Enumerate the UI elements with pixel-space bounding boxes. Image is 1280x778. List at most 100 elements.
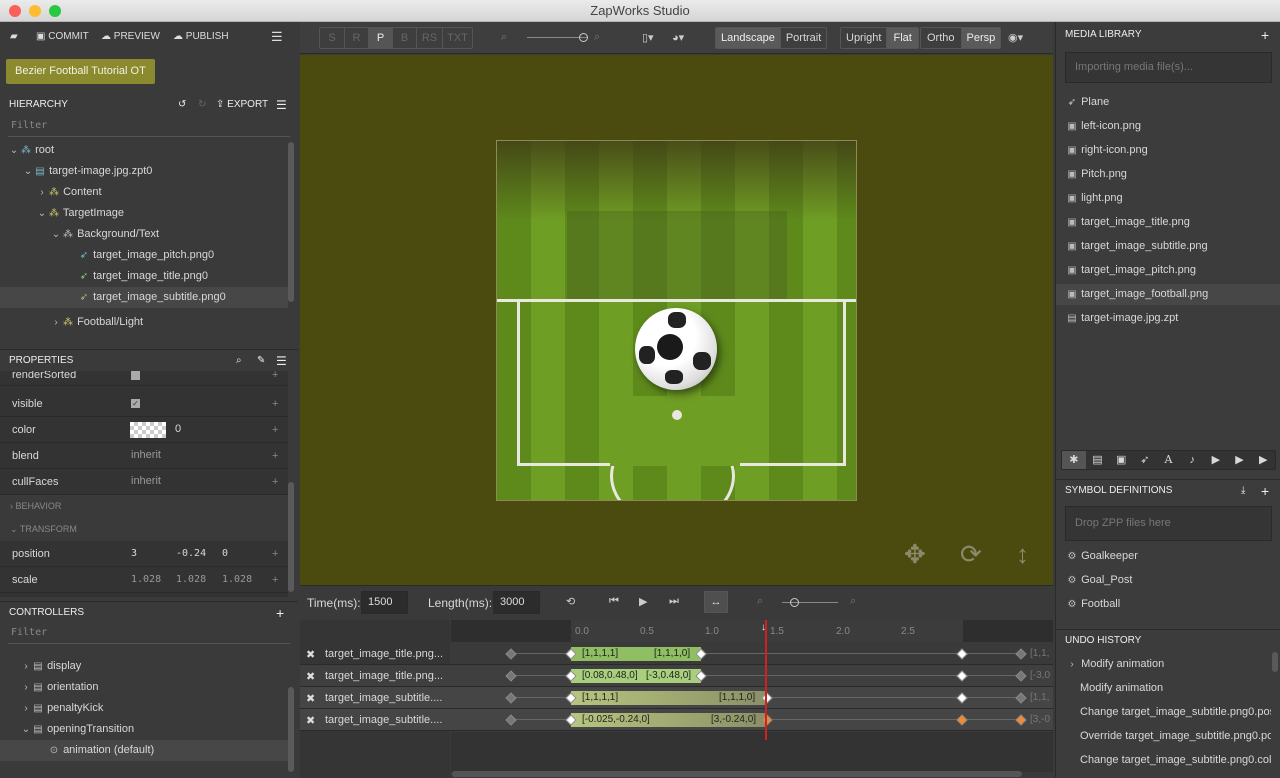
- media-item[interactable]: ▣ target_image_pitch.png: [1056, 260, 1280, 281]
- track-name[interactable]: target_image_subtitle....: [325, 714, 442, 726]
- keyframe-diamond[interactable]: [1015, 692, 1027, 704]
- rotate-gizmo-icon[interactable]: ⟳: [960, 539, 982, 570]
- skip-back-icon[interactable]: ⏮: [609, 595, 619, 608]
- project-name-button[interactable]: Bezier Football Tutorial OT: [6, 59, 155, 84]
- track-name[interactable]: target_image_title.png...: [325, 670, 443, 682]
- position-z-field[interactable]: 0: [222, 541, 228, 567]
- media-item[interactable]: ▤ target-image.jpg.zpt: [1056, 308, 1280, 329]
- playhead-handle-icon[interactable]: ↓: [761, 622, 771, 636]
- controller-penaltykick[interactable]: › ▤ penaltyKick: [0, 698, 288, 719]
- tree-item-zpt[interactable]: ⌄ ▤ target-image.jpg.zpt0: [0, 161, 288, 182]
- viewport-zoom-slider[interactable]: [527, 37, 587, 38]
- cullfaces-value[interactable]: inherit: [131, 469, 161, 493]
- zoom-out-icon[interactable]: ⌕: [501, 31, 507, 44]
- upright-button[interactable]: Upright: [841, 28, 886, 48]
- tree-item-title[interactable]: ➶ target_image_title.png0: [0, 266, 288, 287]
- mode-b-button[interactable]: B: [392, 28, 416, 48]
- controller-openingtransition[interactable]: ⌄ ▤ openingTransition: [0, 719, 288, 740]
- blend-value[interactable]: inherit: [131, 443, 161, 467]
- keyframe-diamond[interactable]: [956, 692, 968, 704]
- device-icon[interactable]: ▯▾: [642, 31, 654, 44]
- add-symbol-icon[interactable]: +: [1261, 480, 1269, 502]
- symbol-item[interactable]: ⚙ Goalkeeper: [1056, 546, 1280, 567]
- time-input[interactable]: 1500: [361, 591, 408, 614]
- tree-item-root[interactable]: ⌄ ⁂ root: [0, 140, 288, 161]
- undo-item[interactable]: Change target_image_subtitle.png0.col: [1056, 750, 1271, 771]
- position-x-field[interactable]: 3: [131, 541, 137, 567]
- color-swatch[interactable]: [130, 422, 166, 438]
- image-icon[interactable]: ▣: [1109, 451, 1133, 469]
- play-icon[interactable]: ▶: [639, 595, 647, 608]
- keyframe-diamond[interactable]: [1015, 648, 1027, 660]
- mode-r-button[interactable]: R: [344, 28, 368, 48]
- tree-item-targetimage[interactable]: ⌄ ⁂ TargetImage: [0, 203, 288, 224]
- timeline-zoom-out-icon[interactable]: ⌕: [757, 595, 763, 608]
- controller-orientation[interactable]: › ▤ orientation: [0, 677, 288, 698]
- remove-track-icon[interactable]: ✖: [306, 714, 315, 727]
- keyframe-diamond[interactable]: [505, 648, 517, 660]
- media-item[interactable]: ▣ target_image_subtitle.png: [1056, 236, 1280, 257]
- transform-section[interactable]: ⌄ TRANSFORM: [0, 518, 288, 541]
- track-name[interactable]: target_image_subtitle....: [325, 692, 442, 704]
- rendersorted-checkbox[interactable]: [131, 371, 140, 380]
- keyframe-diamond[interactable]: [1015, 670, 1027, 682]
- keyframe-diamond[interactable]: [505, 670, 517, 682]
- position-y-field[interactable]: -0.24: [176, 541, 206, 567]
- media-item[interactable]: ▣ left-icon.png: [1056, 116, 1280, 137]
- add-icon[interactable]: +: [272, 443, 278, 469]
- keyframe-diamond[interactable]: [1015, 714, 1027, 726]
- behavior-section[interactable]: › BEHAVIOR: [0, 495, 288, 518]
- timeline-zoom-handle[interactable]: [790, 598, 799, 607]
- properties-scrollbar[interactable]: [288, 482, 294, 592]
- length-input[interactable]: 3000: [493, 591, 540, 614]
- controllers-filter-input[interactable]: Filter: [8, 624, 290, 644]
- zoom-in-icon[interactable]: ⌕: [594, 31, 600, 44]
- ortho-button[interactable]: Ortho: [921, 28, 961, 48]
- landscape-button[interactable]: Landscape: [716, 28, 780, 48]
- zoom-window-button[interactable]: [49, 5, 61, 17]
- zoom-slider-handle[interactable]: [579, 33, 588, 42]
- controller-animation-default[interactable]: ⊙ animation (default): [0, 740, 288, 761]
- scale-z-field[interactable]: 1.028: [222, 567, 252, 593]
- file-icon[interactable]: ▤: [1086, 451, 1110, 469]
- folder-icon[interactable]: ▰: [10, 22, 18, 52]
- undo-item[interactable]: Modify animation: [1056, 678, 1271, 699]
- hierarchy-menu-icon[interactable]: ☰: [276, 94, 287, 116]
- visible-checkbox[interactable]: ✓: [131, 399, 140, 408]
- tree-item-football[interactable]: › ⁂ Football/Light: [0, 312, 288, 333]
- controllers-scrollbar[interactable]: [288, 687, 294, 772]
- remove-track-icon[interactable]: ✖: [306, 648, 315, 661]
- all-media-icon[interactable]: ✱: [1062, 451, 1086, 469]
- timeline-scrollbar[interactable]: [452, 771, 1022, 777]
- video-icon[interactable]: ▶: [1204, 451, 1228, 469]
- minimize-window-button[interactable]: [29, 5, 41, 17]
- remove-track-icon[interactable]: ✖: [306, 692, 315, 705]
- globe-icon[interactable]: ◕▾: [672, 31, 684, 44]
- plane-icon[interactable]: ➶: [1133, 451, 1157, 469]
- target-image[interactable]: [496, 140, 857, 501]
- symbol-item[interactable]: ⚙ Football: [1056, 594, 1280, 615]
- color-alpha-value[interactable]: 0: [175, 417, 181, 441]
- undo-icon[interactable]: ↺: [178, 94, 186, 116]
- add-icon[interactable]: +: [272, 391, 278, 417]
- add-icon[interactable]: +: [272, 417, 278, 443]
- publish-button[interactable]: ☁ PUBLISH: [173, 22, 229, 52]
- add-icon[interactable]: +: [272, 567, 278, 593]
- commit-button[interactable]: ▣ COMMIT: [36, 22, 89, 52]
- flat-button[interactable]: Flat: [886, 28, 918, 48]
- timeline-zoom-in-icon[interactable]: ⌕: [850, 595, 856, 608]
- redo-icon[interactable]: ↻: [198, 94, 206, 116]
- search-icon[interactable]: ⌕: [236, 350, 242, 372]
- symbol-item[interactable]: ⚙ Goal_Post: [1056, 570, 1280, 591]
- menu-icon[interactable]: ☰: [271, 22, 283, 52]
- undo-scrollbar[interactable]: [1272, 652, 1278, 672]
- download-icon[interactable]: ⤓: [1241, 480, 1245, 502]
- close-window-button[interactable]: [9, 5, 21, 17]
- portrait-button[interactable]: Portrait: [779, 28, 826, 48]
- keyframe-diamond[interactable]: [505, 714, 517, 726]
- keyframe-diamond[interactable]: [956, 670, 968, 682]
- properties-menu-icon[interactable]: ☰: [276, 350, 287, 372]
- tree-item-background[interactable]: ⌄ ⁂ Background/Text: [0, 224, 288, 245]
- mode-p-button[interactable]: P: [368, 28, 392, 48]
- mode-rs-button[interactable]: RS: [416, 28, 442, 48]
